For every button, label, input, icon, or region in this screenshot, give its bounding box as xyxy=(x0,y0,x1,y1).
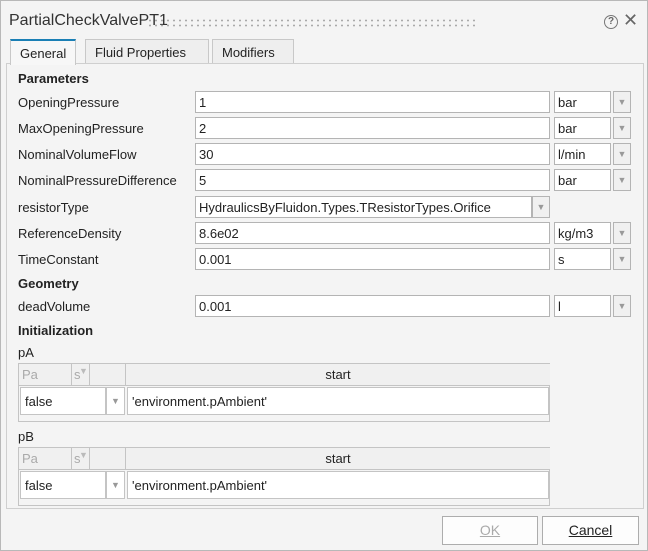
param-label: NominalPressureDifference xyxy=(18,173,177,188)
fixed-select[interactable]: false xyxy=(20,387,106,415)
dialog-window: PartialCheckValvePT1 ? ✕ General Fluid P… xyxy=(0,0,648,551)
section-parameters: Parameters xyxy=(18,71,89,86)
chevron-down-icon[interactable]: ▼ xyxy=(613,248,631,270)
unit-select[interactable]: kg/m3 xyxy=(554,222,611,244)
param-label: TimeConstant xyxy=(18,252,99,267)
help-icon[interactable]: ? xyxy=(604,15,618,29)
param-label: MaxOpeningPressure xyxy=(18,121,144,136)
start-input[interactable]: 'environment.pAmbient' xyxy=(127,387,549,415)
init-table-pb: Pa s ▼ start false ▼ 'environment.pAmbie… xyxy=(18,447,550,506)
chevron-down-icon[interactable]: ▼ xyxy=(613,91,631,113)
cancel-button[interactable]: Cancel xyxy=(542,516,639,545)
param-label: OpeningPressure xyxy=(18,95,120,110)
unit-select[interactable]: l xyxy=(554,295,611,317)
column-header: Pa xyxy=(19,448,72,470)
chevron-down-icon[interactable]: ▼ xyxy=(613,143,631,165)
column-header: Pa xyxy=(19,364,72,386)
param-label: resistorType xyxy=(18,200,89,215)
tab-general[interactable]: General xyxy=(10,39,76,65)
section-geometry: Geometry xyxy=(18,276,79,291)
tab-modifiers[interactable]: Modifiers xyxy=(212,39,294,64)
section-initialization: Initialization xyxy=(18,323,94,338)
drag-handle[interactable] xyxy=(147,18,475,27)
start-input[interactable]: 'environment.pAmbient' xyxy=(127,471,549,499)
column-header-blank xyxy=(90,364,126,386)
chevron-down-icon[interactable]: ▼ xyxy=(613,169,631,191)
column-header-start: start xyxy=(126,364,550,386)
ok-button[interactable]: OK xyxy=(442,516,538,545)
param-value-input[interactable]: 2 xyxy=(195,117,550,139)
init-table-pa: Pa s ▼ start false ▼ 'environment.pAmbie… xyxy=(18,363,550,422)
chevron-down-icon[interactable]: ▼ xyxy=(613,117,631,139)
chevron-down-icon[interactable]: ▼ xyxy=(532,196,550,218)
param-value-input[interactable]: 1 xyxy=(195,91,550,113)
chevron-down-icon[interactable]: ▼ xyxy=(613,295,631,317)
init-label-pa: pA xyxy=(18,345,34,360)
param-value-input[interactable]: 5 xyxy=(195,169,550,191)
column-header-blank xyxy=(90,448,126,470)
fixed-select[interactable]: false xyxy=(20,471,106,499)
param-value-input[interactable]: 0.001 xyxy=(195,248,550,270)
column-header-start: start xyxy=(126,448,550,470)
chevron-down-icon[interactable]: ▼ xyxy=(613,222,631,244)
init-label-pb: pB xyxy=(18,429,34,444)
unit-select[interactable]: l/min xyxy=(554,143,611,165)
unit-select[interactable]: s xyxy=(554,248,611,270)
param-label: deadVolume xyxy=(18,299,91,314)
deadvolume-input[interactable]: 0.001 xyxy=(195,295,550,317)
chevron-down-icon[interactable]: ▼ xyxy=(106,471,125,499)
dialog-title: PartialCheckValvePT1 xyxy=(9,12,168,29)
tab-fluid-properties[interactable]: Fluid Properties xyxy=(85,39,209,64)
chevron-down-icon[interactable]: ▼ xyxy=(106,387,125,415)
param-value-input[interactable]: 8.6e02 xyxy=(195,222,550,244)
resistor-type-select[interactable]: HydraulicsByFluidon.Types.TResistorTypes… xyxy=(195,196,532,218)
unit-select[interactable]: bar xyxy=(554,117,611,139)
unit-select[interactable]: bar xyxy=(554,91,611,113)
close-icon[interactable]: ✕ xyxy=(623,10,638,31)
param-value-input[interactable]: 30 xyxy=(195,143,550,165)
param-label: NominalVolumeFlow xyxy=(18,147,137,162)
unit-select[interactable]: bar xyxy=(554,169,611,191)
param-label: ReferenceDensity xyxy=(18,226,122,241)
